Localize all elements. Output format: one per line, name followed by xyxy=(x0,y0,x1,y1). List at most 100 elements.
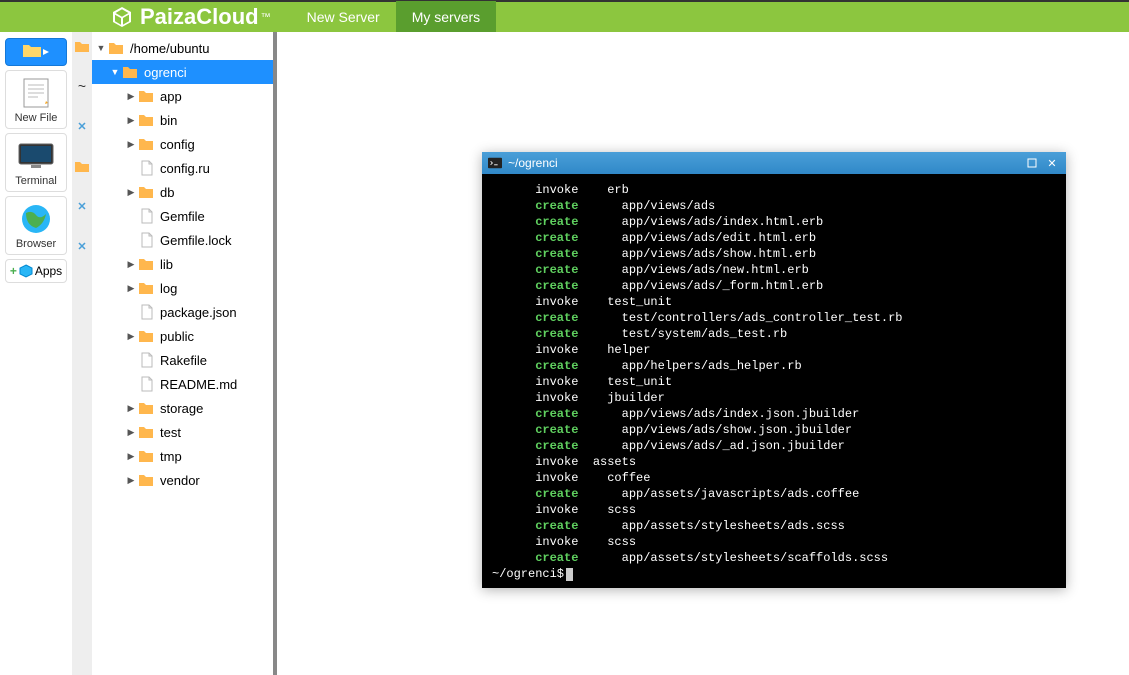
task-close-2[interactable]: ✕ xyxy=(74,198,90,214)
browser-button[interactable]: Browser xyxy=(5,196,67,255)
tree-label: bin xyxy=(160,113,177,128)
terminal-line: create test/system/ads_test.rb xyxy=(492,326,1056,342)
arrow-icon: ▶ xyxy=(126,283,136,294)
terminal-line: invoke scss xyxy=(492,534,1056,550)
tree-item-package-json[interactable]: package.json xyxy=(92,300,273,324)
tree-item-public[interactable]: ▶public xyxy=(92,324,273,348)
terminal-line: invoke erb xyxy=(492,182,1056,198)
tree-item-lib[interactable]: ▶lib xyxy=(92,252,273,276)
arrow-down-icon: ▼ xyxy=(110,67,120,77)
tree-item-Gemfile[interactable]: Gemfile xyxy=(92,204,273,228)
tree-item-storage[interactable]: ▶ storage xyxy=(92,396,273,420)
terminal-line: create app/views/ads/show.html.erb xyxy=(492,246,1056,262)
task-close-1[interactable]: ✕ xyxy=(74,118,90,134)
terminal-line: create app/views/ads xyxy=(492,198,1056,214)
terminal-line: invoke helper xyxy=(492,342,1056,358)
apps-button[interactable]: + Apps xyxy=(5,259,67,283)
task-strip: ~ ✕ ✕ ✕ xyxy=(72,32,92,675)
file-icon xyxy=(140,208,154,224)
terminal-line: invoke test_unit xyxy=(492,294,1056,310)
terminal-icon xyxy=(17,142,55,170)
folder-icon xyxy=(138,401,154,415)
terminal-line: invoke jbuilder xyxy=(492,390,1056,406)
close-icon: ✕ xyxy=(1047,157,1056,170)
file-icon xyxy=(140,352,154,368)
tree-label: Gemfile xyxy=(160,209,205,224)
tree-item-app[interactable]: ▶app xyxy=(92,84,273,108)
brand-logo: PaizaCloud™ xyxy=(110,4,271,30)
terminal-body[interactable]: invoke erb create app/views/ads create a… xyxy=(482,174,1066,588)
tree-label: vendor xyxy=(160,473,200,488)
folder-icon xyxy=(138,89,154,103)
task-close-3[interactable]: ✕ xyxy=(74,238,90,254)
terminal-line: invoke scss xyxy=(492,502,1056,518)
terminal-line: create app/views/ads/index.json.jbuilder xyxy=(492,406,1056,422)
terminal-line: create app/helpers/ads_helper.rb xyxy=(492,358,1056,374)
tree-item-config-ru[interactable]: config.ru xyxy=(92,156,273,180)
task-item-2[interactable]: ~ xyxy=(74,78,90,94)
file-icon xyxy=(140,160,154,176)
tree-item-log[interactable]: ▶ log xyxy=(92,276,273,300)
maximize-button[interactable] xyxy=(1024,155,1040,171)
top-bar: PaizaCloud™ New Server My servers xyxy=(0,0,1129,32)
tree-item-vendor[interactable]: ▶vendor xyxy=(92,468,273,492)
terminal-line: create app/views/ads/edit.html.erb xyxy=(492,230,1056,246)
workspace: ~/ogrenci ✕ invoke erb create app/views/… xyxy=(277,32,1129,675)
launcher-bar: New File Terminal Browser + Apps xyxy=(0,32,72,675)
terminal-line: create app/assets/stylesheets/scaffolds.… xyxy=(492,550,1056,566)
arrow-icon: ▶ xyxy=(126,403,136,414)
file-icon xyxy=(140,304,154,320)
tilde-icon: ~ xyxy=(78,78,86,94)
terminal-line: create app/views/ads/new.html.erb xyxy=(492,262,1056,278)
folder-icon xyxy=(138,185,154,199)
terminal-line: create app/views/ads/_form.html.erb xyxy=(492,278,1056,294)
close-icon: ✕ xyxy=(77,120,86,133)
arrow-icon: ▶ xyxy=(126,427,136,438)
tree-item-test[interactable]: ▶ test xyxy=(92,420,273,444)
terminal-icon xyxy=(488,156,502,170)
tree-label: README.md xyxy=(160,377,237,392)
folder-icon xyxy=(138,473,154,487)
folder-icon xyxy=(138,137,154,151)
tree-item-Rakefile[interactable]: Rakefile xyxy=(92,348,273,372)
file-explorer-button[interactable] xyxy=(5,38,67,66)
tree-label: test xyxy=(160,425,181,440)
terminal-title: ~/ogrenci xyxy=(508,156,1020,170)
arrow-icon: ▶ xyxy=(126,139,136,150)
new-server-button[interactable]: New Server xyxy=(291,1,396,33)
new-file-button[interactable]: New File xyxy=(5,70,67,129)
folder-icon xyxy=(138,113,154,127)
task-item-3[interactable] xyxy=(74,158,90,174)
tree-item-db[interactable]: ▶db xyxy=(92,180,273,204)
tree-item-config[interactable]: ▶config xyxy=(92,132,273,156)
tree-root[interactable]: ▼ /home/ubuntu xyxy=(92,36,273,60)
tree-item-tmp[interactable]: ▶tmp xyxy=(92,444,273,468)
tree-label: public xyxy=(160,329,194,344)
tree-selected[interactable]: ▼ ogrenci xyxy=(92,60,273,84)
folder-icon xyxy=(108,41,124,55)
arrow-icon: ▶ xyxy=(126,451,136,462)
terminal-line: create app/views/ads/index.html.erb xyxy=(492,214,1056,230)
terminal-line: create app/assets/javascripts/ads.coffee xyxy=(492,486,1056,502)
tree-label: log xyxy=(160,281,177,296)
tree-label: storage xyxy=(160,401,203,416)
folder-icon xyxy=(138,257,154,271)
terminal-titlebar[interactable]: ~/ogrenci ✕ xyxy=(482,152,1066,174)
folder-icon xyxy=(138,281,154,295)
tree-item-README-md[interactable]: README.md xyxy=(92,372,273,396)
cursor xyxy=(566,568,573,581)
plus-icon: + xyxy=(10,264,17,278)
close-icon: ✕ xyxy=(77,240,86,253)
tree-item-bin[interactable]: ▶bin xyxy=(92,108,273,132)
globe-icon xyxy=(20,203,52,235)
terminal-line: create test/controllers/ads_controller_t… xyxy=(492,310,1056,326)
arrow-icon: ▶ xyxy=(126,259,136,270)
tree-item-Gemfile-lock[interactable]: Gemfile.lock xyxy=(92,228,273,252)
arrow-icon: ▶ xyxy=(126,187,136,198)
folder-icon xyxy=(74,39,90,53)
my-servers-button[interactable]: My servers xyxy=(396,1,496,33)
folder-icon xyxy=(138,425,154,439)
terminal-button[interactable]: Terminal xyxy=(5,133,67,192)
close-button[interactable]: ✕ xyxy=(1044,155,1060,171)
task-item-1[interactable] xyxy=(74,38,90,54)
